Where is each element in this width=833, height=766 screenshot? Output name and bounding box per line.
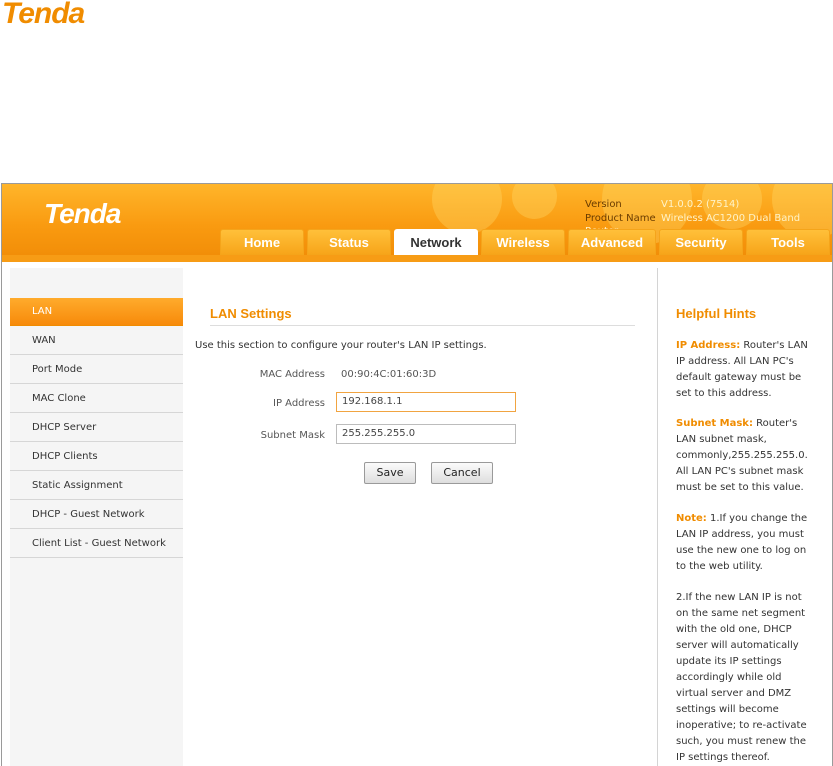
sidebar-item-dhcp-server[interactable]: DHCP Server xyxy=(10,414,183,442)
tab-home[interactable]: Home xyxy=(220,229,304,255)
sidebar-item-dhcp-clients[interactable]: DHCP Clients xyxy=(10,443,183,471)
ip-address-input[interactable]: 192.168.1.1 xyxy=(336,392,516,412)
tab-network[interactable]: Network xyxy=(394,229,478,255)
hints-title: Helpful Hints xyxy=(676,306,757,321)
sidebar-item-static-assignment[interactable]: Static Assignment xyxy=(10,472,183,500)
hint-mask-key: Subnet Mask: xyxy=(676,418,753,429)
cancel-button[interactable]: Cancel xyxy=(431,462,493,484)
sidebar-item-dhcp-guest[interactable]: DHCP - Guest Network xyxy=(10,501,183,529)
tab-wireless[interactable]: Wireless xyxy=(481,229,565,255)
sidebar-item-mac-clone[interactable]: MAC Clone xyxy=(10,385,183,413)
version-info: Version V1.0.0.2 (7514) xyxy=(585,198,739,211)
hint-note-key: Note: xyxy=(676,513,707,524)
hint-ip-key: IP Address: xyxy=(676,340,741,351)
save-button[interactable]: Save xyxy=(364,462,416,484)
sidebar-item-client-list-guest[interactable]: Client List - Guest Network xyxy=(10,530,183,558)
subnet-mask-label: Subnet Mask xyxy=(260,430,325,441)
router-ui-frame: Tenda Version V1.0.0.2 (7514) Product Nam… xyxy=(1,183,833,766)
tab-status[interactable]: Status xyxy=(307,229,391,255)
sidebar-item-lan[interactable]: LAN xyxy=(10,298,183,326)
tenda-logo: Tenda xyxy=(44,198,121,229)
tab-security[interactable]: Security xyxy=(659,229,743,255)
intro-text: Use this section to configure your route… xyxy=(195,340,487,351)
page-title: LAN Settings xyxy=(210,306,292,321)
header-banner: Tenda Version V1.0.0.2 (7514) Product Nam… xyxy=(2,184,832,255)
subnet-mask-input[interactable]: 255.255.255.0 xyxy=(336,424,516,444)
hint-note: Note: 1.If you change the LAN IP address… xyxy=(676,511,816,575)
tenda-logo-top: Tenda xyxy=(2,0,85,30)
hint-mask-text: Router's LAN subnet mask, commonly,255.2… xyxy=(676,418,808,493)
nav-underline xyxy=(2,255,832,262)
main-content: LAN Settings Use this section to configu… xyxy=(183,268,658,766)
ip-address-label: IP Address xyxy=(273,398,325,409)
sidebar-item-port-mode[interactable]: Port Mode xyxy=(10,356,183,384)
mac-address-label: MAC Address xyxy=(259,369,325,380)
product-label: Product Name xyxy=(585,213,656,224)
hint-note-2: 2.If the new LAN IP is not on the same n… xyxy=(676,592,807,763)
helpful-hints-panel: Helpful Hints IP Address: Router's LAN I… xyxy=(658,268,832,766)
title-divider xyxy=(210,325,635,326)
version-value: V1.0.0.2 (7514) xyxy=(661,199,740,210)
hint-ip-address: IP Address: Router's LAN IP address. All… xyxy=(676,338,816,402)
tab-tools[interactable]: Tools xyxy=(746,229,830,255)
tab-advanced[interactable]: Advanced xyxy=(568,229,656,255)
sidebar: LAN WAN Port Mode MAC Clone DHCP Server … xyxy=(10,268,184,766)
mac-address-value: 00:90:4C:01:60:3D xyxy=(341,369,437,380)
hint-subnet-mask: Subnet Mask: Router's LAN subnet mask, c… xyxy=(676,416,816,496)
version-label: Version xyxy=(585,199,622,210)
sidebar-item-wan[interactable]: WAN xyxy=(10,327,183,355)
